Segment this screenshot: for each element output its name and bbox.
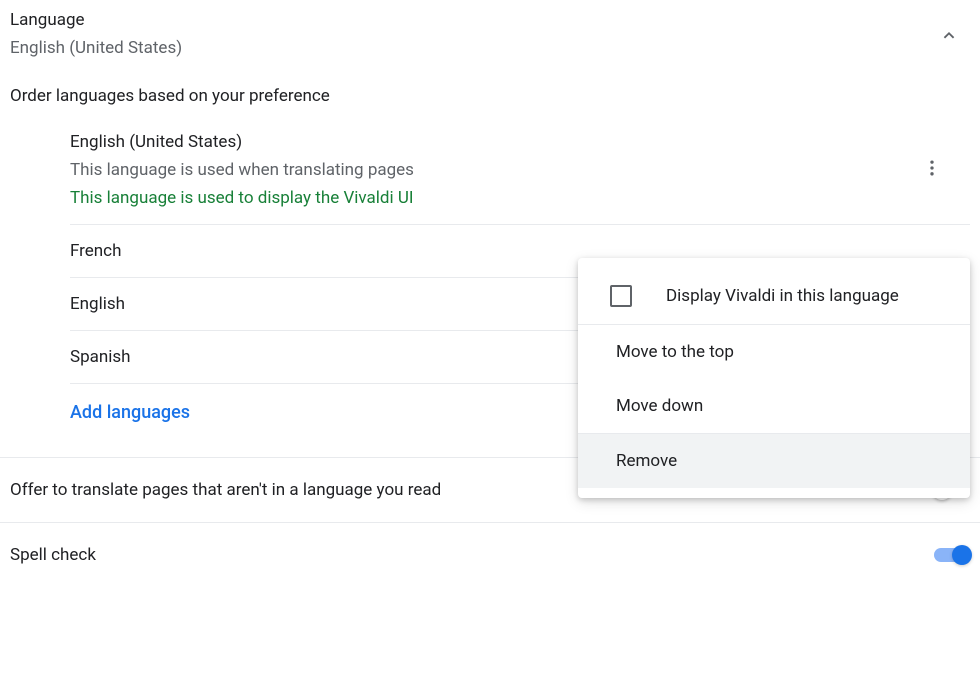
language-ui-highlight: This language is used to display the Viv…	[70, 188, 970, 208]
menu-item-move-top[interactable]: Move to the top	[578, 325, 970, 379]
menu-item-display-in-language[interactable]: Display Vivaldi in this language	[578, 268, 970, 324]
language-section-header-text: Language English (United States)	[10, 10, 970, 58]
menu-item-label: Move down	[616, 396, 703, 416]
menu-item-move-down[interactable]: Move down	[578, 379, 970, 433]
section-title: Language	[10, 10, 970, 30]
language-item-primary: English (United States) This language is…	[70, 116, 970, 225]
spell-check-label: Spell check	[10, 545, 96, 565]
chevron-up-icon[interactable]	[938, 25, 960, 51]
menu-item-label: Remove	[616, 451, 677, 471]
order-languages-label: Order languages based on your preference	[0, 58, 980, 116]
language-sub-text: This language is used when translating p…	[70, 160, 970, 180]
section-subtitle: English (United States)	[10, 38, 970, 58]
more-vert-icon[interactable]	[922, 158, 942, 182]
language-context-menu: Display Vivaldi in this language Move to…	[578, 258, 970, 498]
language-name: English (United States)	[70, 132, 970, 152]
spell-check-toggle[interactable]	[934, 548, 970, 562]
language-section-header[interactable]: Language English (United States)	[0, 0, 980, 58]
checkbox-icon	[610, 285, 632, 307]
menu-item-remove[interactable]: Remove	[578, 434, 970, 488]
spell-check-row: Spell check	[0, 522, 980, 587]
menu-item-label: Display Vivaldi in this language	[666, 286, 899, 306]
menu-item-label: Move to the top	[616, 342, 734, 362]
translate-offer-label: Offer to translate pages that aren't in …	[10, 480, 441, 500]
